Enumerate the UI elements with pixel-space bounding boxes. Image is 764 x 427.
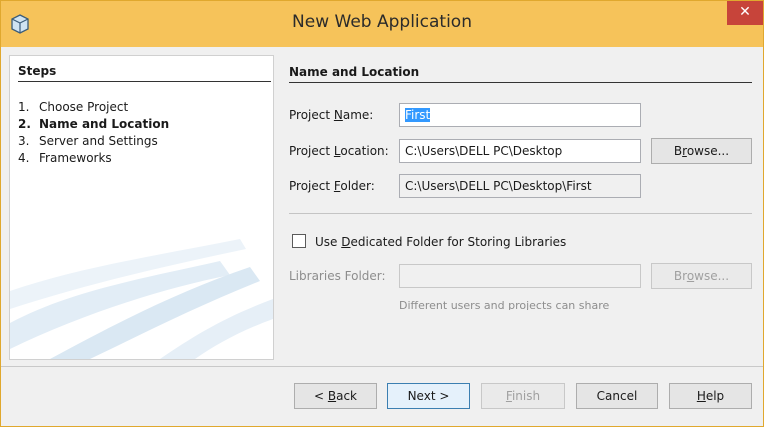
step-label: Choose Project	[39, 100, 129, 114]
help-button[interactable]: Help	[669, 383, 752, 409]
close-button[interactable]: ✕	[727, 1, 763, 25]
libraries-folder-input[interactable]	[399, 264, 641, 288]
button-text: B	[673, 144, 683, 158]
step-choose-project: 1. Choose Project	[18, 100, 169, 117]
project-location-input[interactable]: C:\Users\DELL PC\Desktop	[399, 139, 641, 163]
wizard-swoosh-graphic	[10, 239, 273, 359]
step-name-and-location: 2. Name and Location	[18, 117, 169, 134]
project-name-input[interactable]: First	[399, 103, 641, 127]
step-server-and-settings: 3. Server and Settings	[18, 134, 169, 151]
step-number: 1.	[18, 100, 30, 114]
cancel-button[interactable]: Cancel	[576, 383, 658, 409]
project-location-value: C:\Users\DELL PC\Desktop	[405, 144, 563, 158]
mnemonic: B	[327, 389, 337, 403]
project-name-label: Project Name:	[289, 108, 373, 122]
section-heading: Name and Location	[289, 65, 420, 79]
project-folder-label: Project Folder:	[289, 179, 375, 193]
button-text: elp	[705, 389, 725, 403]
step-number: 2.	[18, 117, 31, 131]
mnemonic: N	[333, 108, 343, 122]
label-text: Project	[289, 144, 334, 158]
button-text: wse...	[694, 269, 730, 283]
button-text: Br	[673, 269, 687, 283]
label-text: older:	[340, 179, 375, 193]
project-name-value: First	[405, 108, 431, 122]
title-bar[interactable]: New Web Application ✕	[1, 1, 763, 47]
libraries-help-text: Different users and projects can share	[399, 299, 699, 310]
next-button[interactable]: Next >	[387, 383, 470, 409]
button-text: <	[313, 389, 328, 403]
project-location-label: Project Location:	[289, 144, 389, 158]
new-web-application-dialog: New Web Application ✕ Steps 1. Choose Pro…	[0, 0, 764, 427]
step-number: 4.	[18, 151, 30, 165]
close-icon: ✕	[739, 4, 751, 20]
label-text: ame:	[342, 108, 374, 122]
finish-button[interactable]: Finish	[481, 383, 565, 409]
help-text: Different users and projects can share	[399, 299, 610, 310]
button-text: owse...	[686, 144, 730, 158]
step-number: 3.	[18, 134, 30, 148]
dedicated-folder-checkbox[interactable]	[292, 234, 306, 248]
steps-divider	[18, 81, 271, 82]
step-label: Name and Location	[39, 117, 170, 131]
steps-panel: Steps 1. Choose Project 2. Name and Locati…	[9, 55, 274, 360]
options-divider	[289, 213, 752, 214]
step-label: Frameworks	[39, 151, 112, 165]
step-label: Server and Settings	[39, 134, 158, 148]
project-folder-value: C:\Users\DELL PC\Desktop\First	[405, 179, 592, 193]
mnemonic: H	[696, 389, 706, 403]
button-text: ack	[336, 389, 357, 403]
dedicated-folder-label[interactable]: Use Dedicated Folder for Storing Librari…	[315, 235, 566, 249]
window-title: New Web Application	[292, 12, 472, 32]
steps-list: 1. Choose Project 2. Name and Location 3. S…	[18, 100, 169, 168]
back-button[interactable]: < Back	[294, 383, 377, 409]
label-text: Project	[289, 179, 334, 193]
browse-location-button[interactable]: Browse...	[651, 138, 752, 164]
project-folder-field[interactable]: C:\Users\DELL PC\Desktop\First	[399, 174, 641, 198]
steps-heading: Steps	[18, 64, 57, 78]
section-divider	[289, 82, 752, 83]
step-frameworks: 4. Frameworks	[18, 151, 169, 168]
footer-divider	[1, 366, 763, 367]
label-text: Use	[315, 235, 342, 249]
button-text: inish	[511, 389, 541, 403]
label-text: ocation:	[340, 144, 389, 158]
libraries-folder-label: Libraries Folder:	[289, 269, 386, 283]
label-text: edicated Folder for Storing Libraries	[350, 235, 567, 249]
label-text: Project	[289, 108, 334, 122]
browse-libraries-button[interactable]: Browse...	[651, 263, 752, 289]
